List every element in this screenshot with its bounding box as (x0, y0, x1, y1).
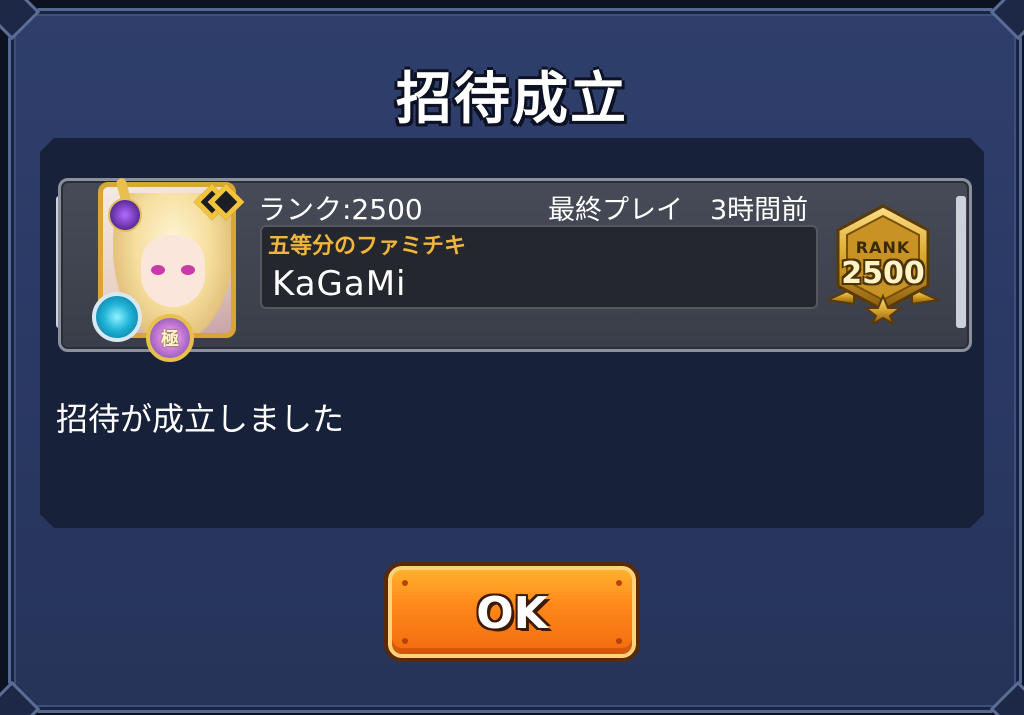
ok-button[interactable]: OK (388, 566, 636, 658)
element-gem-icon (108, 198, 142, 232)
invite-result-screen: 招待成立 極 ランク:2500 最終プレイ 3時間前 五等分のファミチキ KaG… (0, 0, 1024, 715)
player-title: 五等分のファミチキ (268, 234, 467, 259)
dialog-title: 招待成立 (396, 67, 628, 132)
rank-badge-label: RANK (855, 238, 911, 257)
rank-badge-icon: RANK 2500 (824, 204, 942, 327)
ok-button-label: OK (476, 588, 548, 639)
last-play-text: 最終プレイ 3時間前 (548, 195, 809, 226)
blue-medal-icon (92, 292, 142, 342)
link-icon (192, 182, 246, 222)
rarity-medal-icon: 極 (146, 314, 194, 362)
rank-badge-value: 2500 (841, 256, 925, 291)
player-name: KaGaMi (272, 264, 407, 304)
result-message: 招待が成立しました (56, 400, 345, 438)
player-rank-text: ランク:2500 (258, 193, 423, 226)
card-cap-right (956, 196, 966, 328)
